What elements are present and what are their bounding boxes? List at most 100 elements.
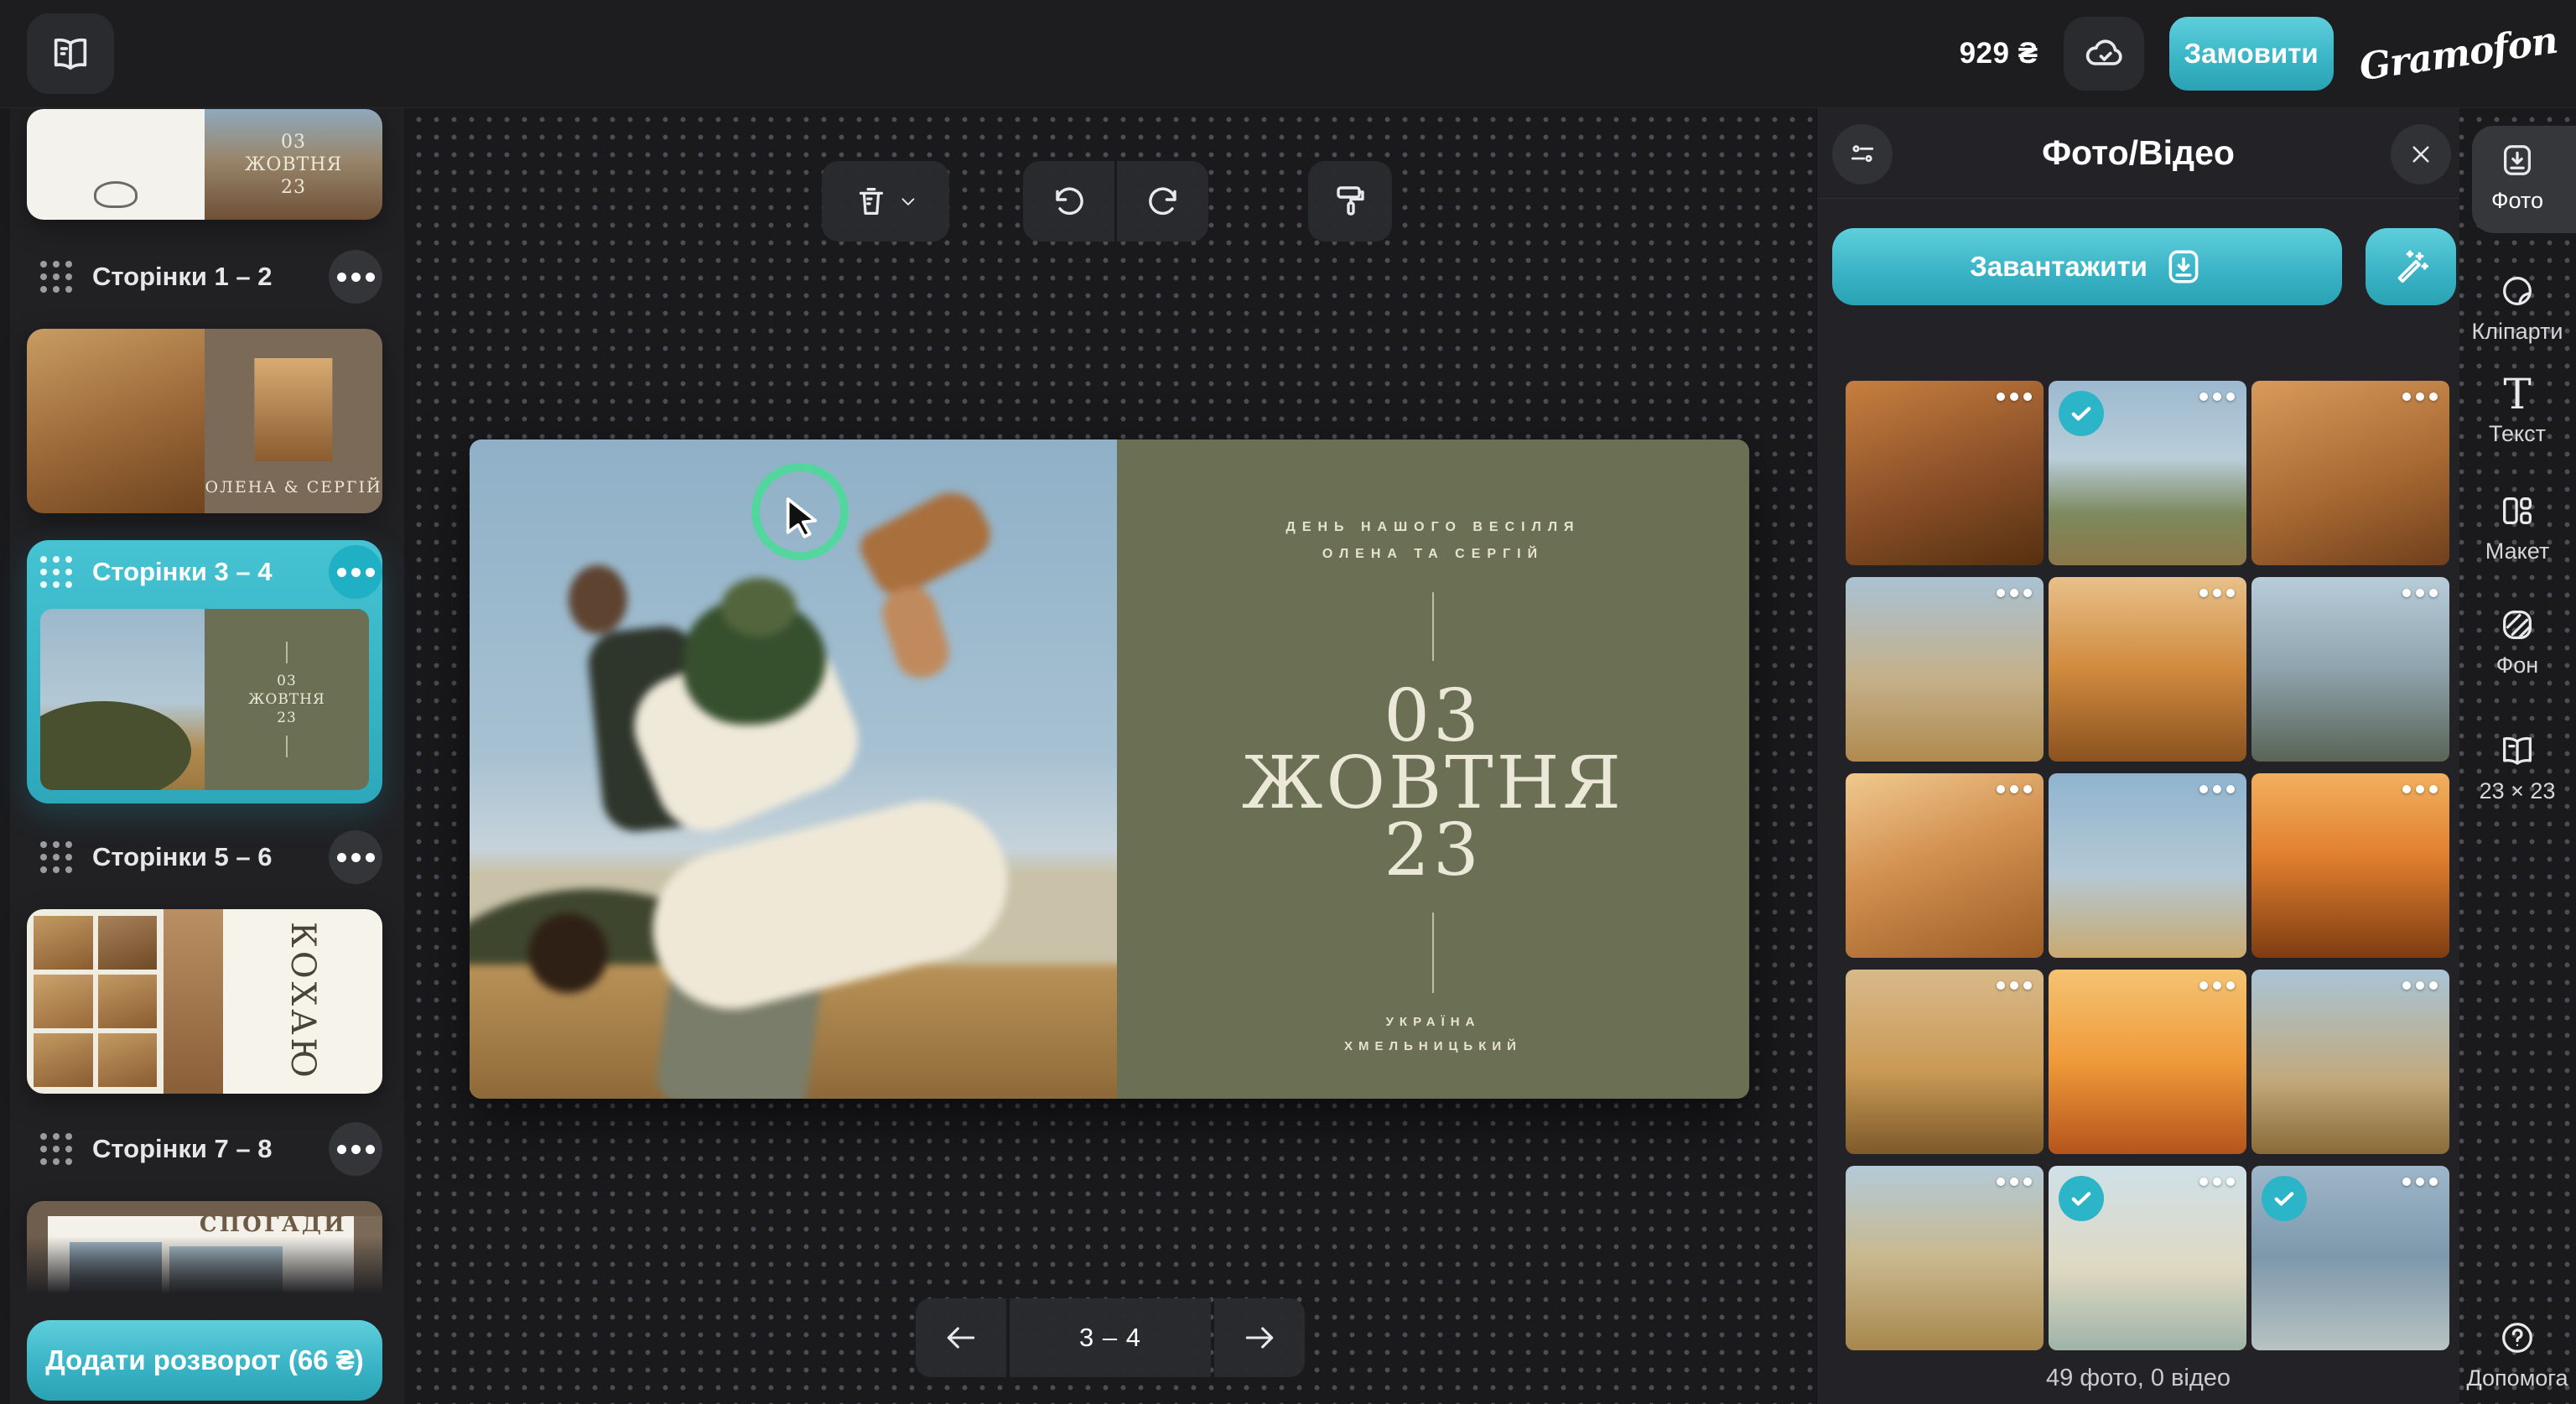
add-spread-button[interactable]: Додати розворот (66 ₴)	[27, 1320, 382, 1401]
spread-menu-button[interactable]	[329, 830, 382, 884]
photo-tile[interactable]	[1846, 773, 2044, 958]
style-brush-button[interactable]	[1308, 161, 1392, 242]
panel-title: Фото/Відео	[1817, 107, 2459, 198]
photo-tile[interactable]	[2049, 381, 2246, 565]
spread-thumbnail-1-2[interactable]: ОЛЕНА & СЕРГІЙ	[27, 329, 382, 513]
photo-tile[interactable]	[1846, 970, 2044, 1154]
thumb-photo	[27, 329, 205, 513]
photo-tile[interactable]	[1846, 1166, 2044, 1350]
current-pages-indicator: 3 – 4	[1010, 1298, 1211, 1377]
wedding-caption: ДЕНЬ НАШОГО ВЕСІЛЛЯ	[1285, 520, 1580, 535]
top-bar: 929 ₴ Замовити Gramofon	[0, 0, 2576, 108]
rail-tab-label: Фон	[2496, 653, 2538, 679]
previous-spread-button[interactable]	[916, 1298, 1006, 1377]
help-button[interactable]: Допомога	[2459, 1318, 2576, 1391]
thumb-page: КОХАЮ	[223, 909, 382, 1094]
spread-group-3-4-active[interactable]: Сторінки 3 – 4 03 ЖОВТНЯ 23	[27, 540, 382, 803]
spread-group-header-1-2: Сторінки 1 – 2	[27, 252, 382, 302]
close-panel-button[interactable]	[2391, 124, 2451, 185]
tile-menu-button[interactable]	[2402, 981, 2438, 990]
cover-left-page	[27, 109, 205, 220]
photo-tile[interactable]	[2049, 970, 2246, 1154]
photo-tile[interactable]	[2251, 1166, 2449, 1350]
tile-menu-button[interactable]	[2199, 589, 2235, 597]
drag-handle-icon[interactable]	[40, 556, 72, 588]
rail-tab-photo[interactable]: Фото	[2459, 141, 2576, 214]
library-counter: 49 фото, 0 відео	[1817, 1352, 2459, 1404]
photo-upload-icon	[2498, 141, 2537, 179]
tile-menu-button[interactable]	[2199, 1178, 2235, 1186]
rail-tab-cliparts[interactable]: Кліпарти	[2459, 272, 2576, 345]
layout-icon	[2498, 491, 2537, 530]
selected-check-icon	[2059, 1176, 2104, 1221]
photo-tile[interactable]	[2251, 577, 2449, 762]
spread-menu-button[interactable]	[329, 545, 382, 599]
rail-tab-layout[interactable]: Макет	[2459, 491, 2576, 564]
rail-tab-label: Фото	[2491, 188, 2543, 214]
order-button-label: Замовити	[2184, 38, 2318, 70]
tile-menu-button[interactable]	[1997, 393, 2032, 401]
selected-check-icon	[2059, 391, 2104, 436]
order-button[interactable]: Замовити	[2169, 17, 2334, 91]
spread-canvas[interactable]: ДЕНЬ НАШОГО ВЕСІЛЛЯ ОЛЕНА ТА СЕРГІЙ 03 Ж…	[470, 439, 1749, 1099]
cloud-sync-button[interactable]	[2064, 17, 2144, 91]
chevron-down-icon	[897, 190, 919, 212]
drag-handle-icon[interactable]	[40, 841, 72, 873]
cover-spread-thumbnail[interactable]: 03 ЖОВТНЯ 23	[27, 109, 382, 220]
rail-tab-text[interactable]: T Текст	[2459, 376, 2576, 447]
tile-menu-button[interactable]	[1997, 785, 2032, 793]
clipart-icon	[2498, 272, 2537, 310]
spread-thumbnail-3-4[interactable]: 03 ЖОВТНЯ 23	[40, 609, 369, 790]
photo-tile[interactable]	[1846, 577, 2044, 762]
spread-menu-button[interactable]	[329, 1122, 382, 1176]
photo-tile[interactable]	[2251, 381, 2449, 565]
auto-fill-button[interactable]	[2366, 228, 2456, 305]
cover-date-line: ЖОВТНЯ	[245, 153, 343, 176]
rail-tab-label: Текст	[2489, 421, 2546, 447]
spread-right-page[interactable]: ДЕНЬ НАШОГО ВЕСІЛЛЯ ОЛЕНА ТА СЕРГІЙ 03 Ж…	[1117, 439, 1749, 1099]
rail-tab-book-format[interactable]: 23 × 23	[2459, 731, 2576, 804]
tile-menu-button[interactable]	[2402, 785, 2438, 793]
photo-tile[interactable]	[2251, 970, 2449, 1154]
spread-group-label: Сторінки 1 – 2	[92, 262, 273, 292]
tile-menu-button[interactable]	[2402, 393, 2438, 401]
upload-label: Завантажити	[1970, 251, 2148, 283]
drag-handle-icon[interactable]	[40, 1133, 72, 1165]
tile-menu-button[interactable]	[1997, 981, 2032, 990]
wedding-date-text[interactable]: 03 ЖОВТНЯ 23	[1242, 683, 1624, 884]
photobook-editor: 929 ₴ Замовити Gramofon 03	[0, 0, 2576, 1404]
photo-tile[interactable]	[2049, 773, 2246, 958]
page-navigation: 3 – 4	[916, 1298, 1305, 1377]
my-books-button[interactable]	[27, 13, 114, 94]
tile-menu-button[interactable]	[2199, 981, 2235, 990]
photo-tile[interactable]	[1846, 381, 2044, 565]
tile-menu-button[interactable]	[2402, 1178, 2438, 1186]
spread-group-label: Сторінки 7 – 8	[92, 1134, 273, 1164]
thumb-photo	[40, 609, 205, 790]
rail-tab-background[interactable]: Фон	[2459, 606, 2576, 679]
rail-tab-label: Кліпарти	[2472, 319, 2563, 345]
undo-button[interactable]	[1023, 161, 1114, 242]
tile-menu-button[interactable]	[2402, 589, 2438, 597]
tile-menu-button[interactable]	[2199, 785, 2235, 793]
redo-button[interactable]	[1117, 161, 1208, 242]
gramofon-logo: Gramofon	[2356, 18, 2559, 89]
country-caption: УКРАЇНА	[1386, 1015, 1481, 1029]
tile-menu-button[interactable]	[2199, 393, 2235, 401]
spread-group-header-3-4: Сторінки 3 – 4	[27, 547, 382, 597]
drag-handle-icon[interactable]	[40, 261, 72, 293]
sidebar-bottom-fade: Додати розворот (66 ₴)	[10, 1236, 404, 1404]
photo-tile[interactable]	[2049, 1166, 2246, 1350]
tile-menu-button[interactable]	[1997, 589, 2032, 597]
thumb-page: 03 ЖОВТНЯ 23	[205, 609, 369, 790]
upload-photos-button[interactable]: Завантажити	[1832, 228, 2342, 305]
photo-tile[interactable]	[2049, 577, 2246, 762]
delete-spread-button[interactable]	[822, 161, 949, 242]
photo-tile[interactable]	[2251, 773, 2449, 958]
divider-line	[1432, 592, 1434, 661]
next-spread-button[interactable]	[1214, 1298, 1305, 1377]
tile-menu-button[interactable]	[1997, 1178, 2032, 1186]
spread-menu-button[interactable]	[329, 250, 382, 304]
spread-thumbnail-5-6[interactable]: КОХАЮ	[27, 909, 382, 1094]
balance-amount: 929 ₴	[1960, 37, 2038, 70]
